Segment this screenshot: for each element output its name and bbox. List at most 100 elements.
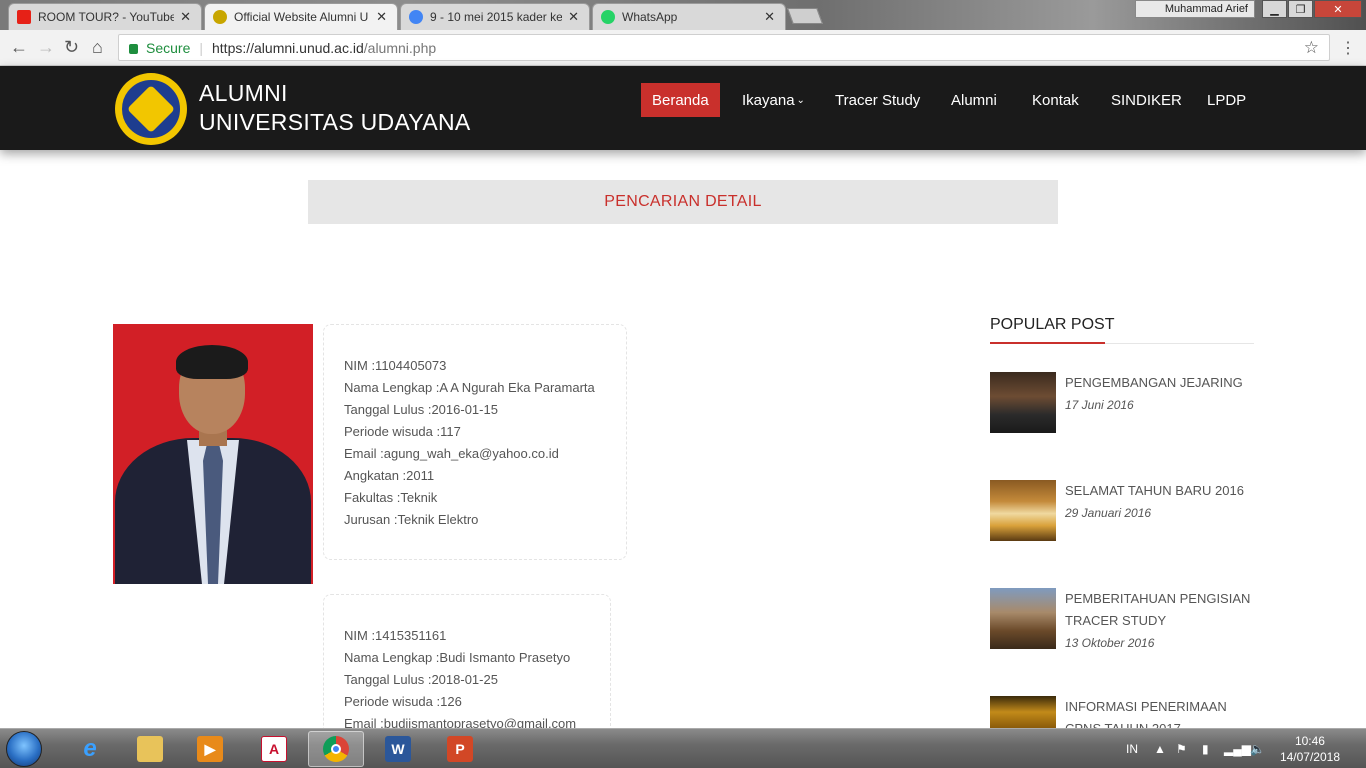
reload-icon[interactable]: ↻ xyxy=(64,37,79,58)
taskbar-powerpoint[interactable]: P xyxy=(432,731,488,767)
address-separator: | xyxy=(199,39,203,56)
tab-title: Official Website Alumni U xyxy=(234,10,369,24)
powerpoint-icon: P xyxy=(447,736,473,762)
post-title[interactable]: PENGEMBANGAN JEJARING xyxy=(1065,372,1255,394)
alumni-photo xyxy=(113,324,313,584)
tab-whatsapp[interactable]: WhatsApp ✕ xyxy=(592,3,786,30)
start-button[interactable] xyxy=(6,731,42,767)
alumni-graduation-period: Periode wisuda :126 xyxy=(344,694,462,709)
forward-icon[interactable]: → xyxy=(37,37,55,58)
photo-hair xyxy=(176,345,248,379)
nav-kontak[interactable]: Kontak xyxy=(1021,83,1090,117)
home-icon[interactable]: ⌂ xyxy=(92,37,103,58)
brand-line-1: ALUMNI xyxy=(199,80,288,106)
profile-name: Muhammad Arief xyxy=(1164,3,1248,15)
pdf-reader-icon: A xyxy=(261,736,287,762)
post-thumbnail[interactable] xyxy=(990,696,1056,728)
windows-taskbar: e ▶ A W P IN ▲ ⚑ ▮ ▂▄▆ 🔈 10:46 14/07/201… xyxy=(0,728,1366,768)
taskbar-ie[interactable]: e xyxy=(62,731,118,767)
folder-icon xyxy=(137,736,163,762)
browser-tab-strip: ROOM TOUR? - YouTube ✕ Official Website … xyxy=(0,0,1366,30)
word-icon: W xyxy=(385,736,411,762)
clock-date: 14/07/2018 xyxy=(1279,750,1340,764)
nav-alumni[interactable]: Alumni xyxy=(940,83,1008,117)
profile-button[interactable]: Muhammad Arief xyxy=(1135,0,1255,18)
chrome-icon xyxy=(323,736,349,762)
tab-title: WhatsApp xyxy=(622,10,678,24)
post-date: 13 Oktober 2016 xyxy=(1065,636,1155,650)
alumni-name: Nama Lengkap :A A Ngurah Eka Paramarta xyxy=(344,380,595,395)
post-title[interactable]: SELAMAT TAHUN BARU 2016 xyxy=(1065,480,1255,502)
lock-icon xyxy=(129,43,138,54)
security-label: Secure xyxy=(146,39,191,56)
url-text: https://alumni.unud.ac.id/alumni.php xyxy=(212,40,436,56)
close-window-button[interactable]: ✕ xyxy=(1314,0,1362,18)
tab-youtube[interactable]: ROOM TOUR? - YouTube ✕ xyxy=(8,3,202,30)
brand-line-2: UNIVERSITAS UDAYANA xyxy=(199,109,471,135)
popular-post-sidebar: POPULAR POST PENGEMBANGAN JEJARING 17 Ju… xyxy=(990,316,1254,736)
close-tab-icon[interactable]: ✕ xyxy=(180,9,191,25)
close-tab-icon[interactable]: ✕ xyxy=(764,9,775,25)
address-bar[interactable]: Secure | https://alumni.unud.ac.id/alumn… xyxy=(118,34,1330,61)
alumni-name: Nama Lengkap :Budi Ismanto Prasetyo xyxy=(344,650,571,665)
alumni-card: NIM :1104405073 Nama Lengkap :A A Ngurah… xyxy=(323,324,627,560)
taskbar-explorer[interactable] xyxy=(122,731,178,767)
tab-google[interactable]: 9 - 10 mei 2015 kader ke ✕ xyxy=(400,3,590,30)
url-base: https://alumni.unud.ac.id xyxy=(212,39,364,56)
internet-explorer-icon: e xyxy=(83,735,97,762)
youtube-icon xyxy=(17,10,31,24)
taskbar-clock[interactable]: 10:46 14/07/2018 xyxy=(1280,733,1340,765)
network-signal-icon[interactable]: ▂▄▆ xyxy=(1224,729,1251,768)
close-tab-icon[interactable]: ✕ xyxy=(568,9,579,25)
popular-post-title: POPULAR POST xyxy=(990,316,1254,344)
alumni-major: Jurusan :Teknik Elektro xyxy=(344,512,479,527)
back-icon[interactable]: ← xyxy=(10,37,28,58)
taskbar-chrome[interactable] xyxy=(308,731,364,767)
taskbar-media-player[interactable]: ▶ xyxy=(182,731,238,767)
language-indicator[interactable]: IN xyxy=(1126,729,1138,768)
chevron-down-icon: ⌄ xyxy=(796,94,805,106)
post-thumbnail[interactable] xyxy=(990,480,1056,541)
minimize-button[interactable]: ▁ xyxy=(1262,0,1287,18)
show-hidden-icons[interactable]: ▲ xyxy=(1154,729,1166,768)
alumni-nim: NIM :1415351161 xyxy=(344,628,447,643)
unud-logo[interactable] xyxy=(115,73,187,145)
maximize-button[interactable]: ❐ xyxy=(1288,0,1313,18)
tab-alumni[interactable]: Official Website Alumni U ✕ xyxy=(204,3,398,30)
google-icon xyxy=(409,10,423,24)
url-path: /alumni.php xyxy=(363,39,437,56)
nav-beranda[interactable]: Beranda xyxy=(641,83,720,117)
alumni-email: Email :agung_wah_eka@yahoo.co.id xyxy=(344,446,559,461)
clock-time: 10:46 xyxy=(1294,734,1325,748)
site-brand[interactable]: ALUMNI UNIVERSITAS UDAYANA xyxy=(199,79,471,137)
post-date: 29 Januari 2016 xyxy=(1065,506,1152,520)
close-tab-icon[interactable]: ✕ xyxy=(376,9,387,25)
media-player-icon: ▶ xyxy=(197,736,223,762)
alumni-batch: Angkatan :2011 xyxy=(344,468,435,483)
nav-tracer-study[interactable]: Tracer Study xyxy=(824,83,931,117)
taskbar-word[interactable]: W xyxy=(370,731,426,767)
browser-menu-icon[interactable]: ⋮ xyxy=(1340,38,1356,58)
battery-icon[interactable]: ▮ xyxy=(1202,729,1209,768)
tab-title: ROOM TOUR? - YouTube xyxy=(38,10,175,24)
nav-lpdp[interactable]: LPDP xyxy=(1196,83,1257,117)
post-thumbnail[interactable] xyxy=(990,372,1056,433)
whatsapp-icon xyxy=(601,10,615,24)
taskbar-acrobat[interactable]: A xyxy=(246,731,302,767)
alumni-graduation-date: Tanggal Lulus :2018-01-25 xyxy=(344,672,498,687)
tab-title: 9 - 10 mei 2015 kader ke xyxy=(430,10,563,24)
new-tab-button[interactable] xyxy=(787,8,823,24)
bookmark-star-icon[interactable]: ☆ xyxy=(1304,38,1319,58)
site-header: ALUMNI UNIVERSITAS UDAYANA Beranda Ikaya… xyxy=(0,66,1366,150)
post-title[interactable]: PEMBERITAHUAN PENGISIAN TRACER STUDY xyxy=(1065,588,1255,632)
nav-sindiker[interactable]: SINDIKER xyxy=(1100,83,1193,117)
browser-toolbar: ← → ↻ ⌂ Secure | https://alumni.unud.ac.… xyxy=(0,30,1366,66)
action-center-icon[interactable]: ⚑ xyxy=(1176,729,1187,768)
volume-icon[interactable]: 🔈 xyxy=(1250,729,1265,768)
logo-emblem xyxy=(126,84,176,134)
unud-favicon-icon xyxy=(213,10,227,24)
post-thumbnail[interactable] xyxy=(990,588,1056,649)
nav-ikayana-label: Ikayana xyxy=(742,91,795,109)
nav-ikayana[interactable]: Ikayana ⌄ xyxy=(731,83,816,117)
detail-search-button[interactable]: PENCARIAN DETAIL xyxy=(308,180,1058,224)
